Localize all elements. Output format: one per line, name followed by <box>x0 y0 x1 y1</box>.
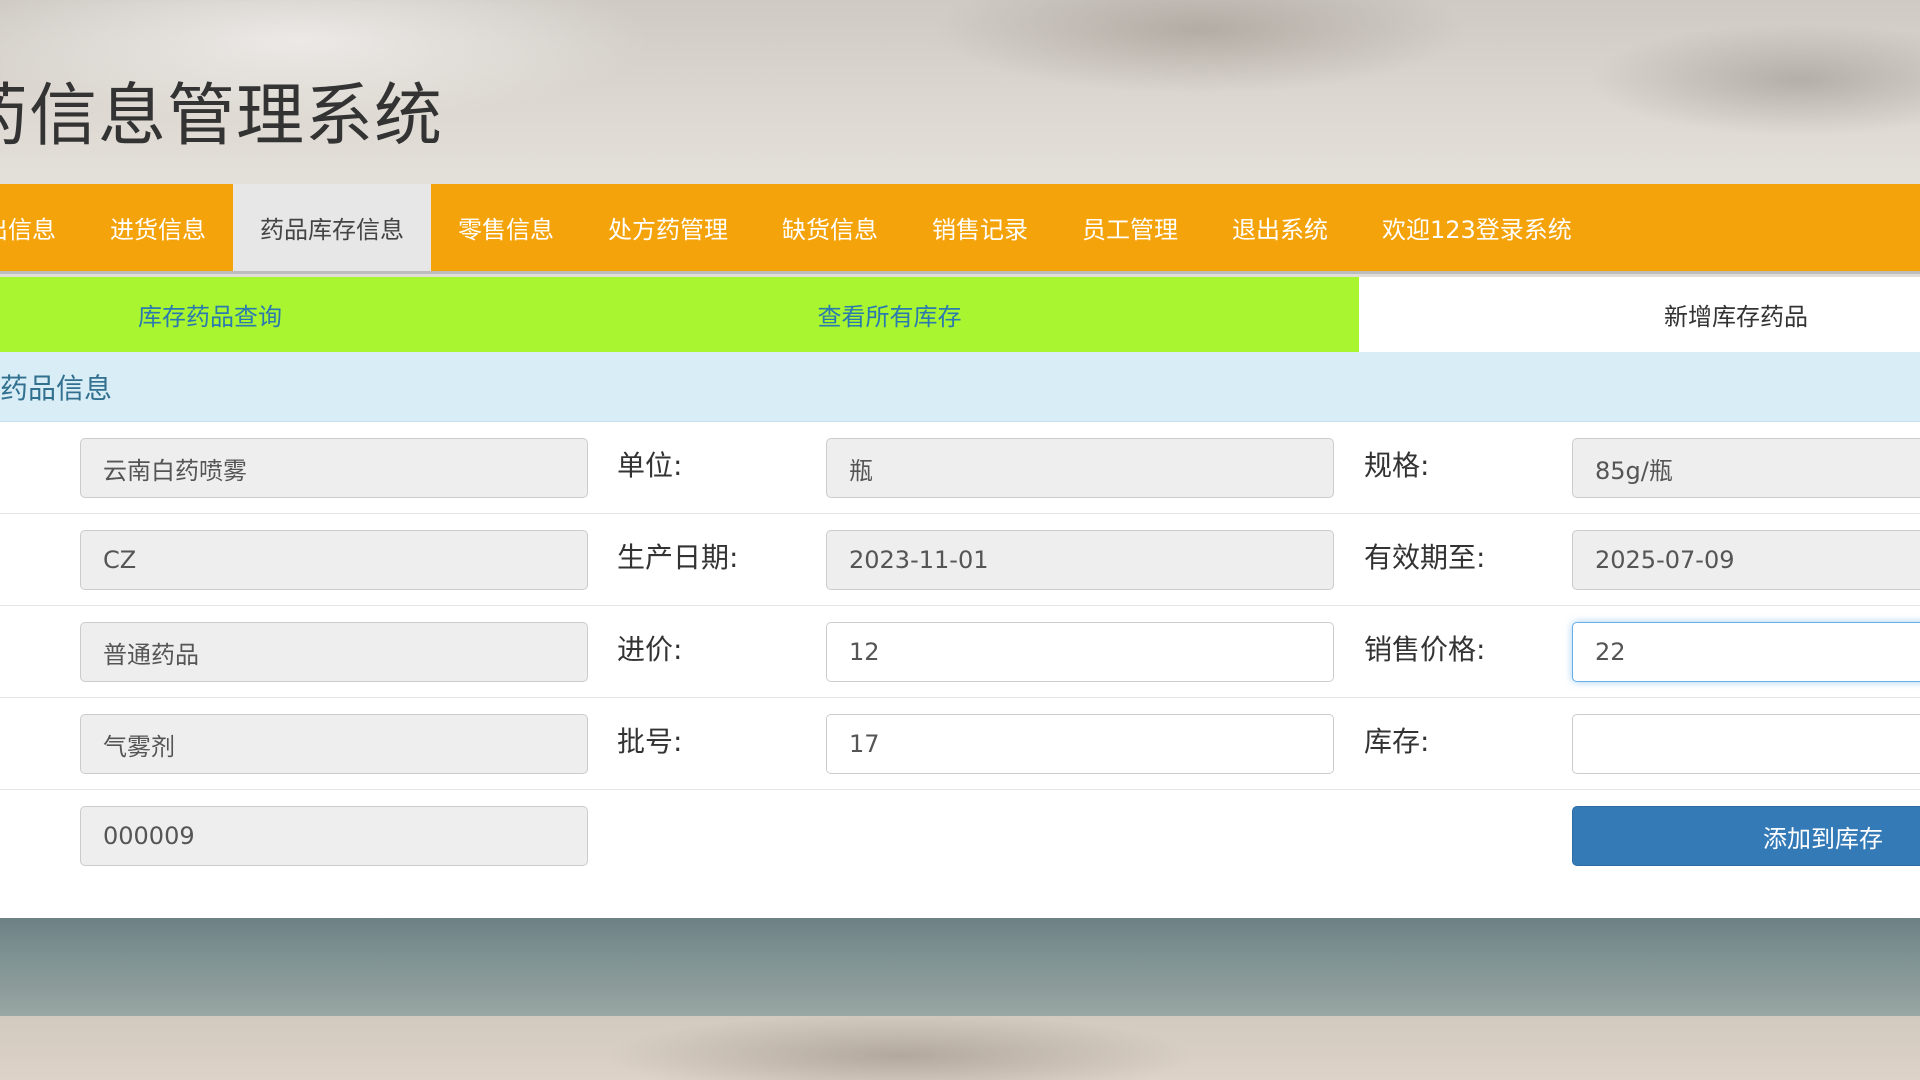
background-sea-band <box>0 918 1920 1016</box>
nav-item-logout[interactable]: 退出系统 <box>1205 184 1355 271</box>
purchase-price-field[interactable] <box>826 622 1334 682</box>
form-row: 进价: 销售价格: <box>0 606 1920 698</box>
nav-item-sales-records[interactable]: 销售记录 <box>905 184 1055 271</box>
subtab-add-inventory[interactable]: 新增库存药品 <box>1359 277 1920 352</box>
sale-price-field[interactable] <box>1572 622 1920 682</box>
nav-item-prescription[interactable]: 处方药管理 <box>581 184 755 271</box>
batch-number-field[interactable] <box>826 714 1334 774</box>
main-navbar: 出信息 进货信息 药品库存信息 零售信息 处方药管理 缺货信息 销售记录 员工管… <box>0 184 1920 274</box>
spec-label: 规格: <box>1364 449 1430 482</box>
unit-field[interactable] <box>826 438 1334 498</box>
nav-item-inventory[interactable]: 药品库存信息 <box>233 184 431 271</box>
form-row: 单位: 规格: <box>0 422 1920 514</box>
batch-number-label: 批号: <box>617 725 683 758</box>
dosage-form-field[interactable] <box>80 714 588 774</box>
subtab-view-all-inventory[interactable]: 查看所有库存 <box>420 277 1359 352</box>
stock-quantity-field[interactable] <box>1572 714 1920 774</box>
sale-price-label: 销售价格: <box>1364 633 1486 666</box>
drug-name-field[interactable] <box>80 438 588 498</box>
inventory-subtabs: 库存药品查询 查看所有库存 新增库存药品 <box>0 277 1920 352</box>
stock-label: 库存: <box>1364 725 1430 758</box>
purchase-price-label: 进价: <box>617 633 683 666</box>
expiry-date-label: 有效期至: <box>1364 541 1486 574</box>
panel-heading-title: 药品信息 <box>0 371 113 405</box>
manufacturer-field[interactable] <box>80 530 588 590</box>
production-date-field[interactable] <box>826 530 1334 590</box>
spec-field[interactable] <box>1572 438 1920 498</box>
drug-type-field[interactable] <box>80 622 588 682</box>
unit-label: 单位: <box>617 449 683 482</box>
background-sky-bottom <box>0 1016 1920 1080</box>
nav-item-staff[interactable]: 员工管理 <box>1055 184 1205 271</box>
drug-code-field[interactable] <box>80 806 588 866</box>
nav-item-welcome[interactable]: 欢迎123登录系统 <box>1355 184 1599 271</box>
nav-item-sales-out[interactable]: 出信息 <box>0 184 83 271</box>
nav-item-purchase[interactable]: 进货信息 <box>83 184 233 271</box>
drug-info-form: 单位: 规格: 生产日期: 有效期至: 进价: 销售价格: 批号: 库存: 添加… <box>0 422 1920 918</box>
form-row: 生产日期: 有效期至: <box>0 514 1920 606</box>
panel-heading: 药品信息 <box>0 352 1920 422</box>
subtab-inventory-query[interactable]: 库存药品查询 <box>0 277 420 352</box>
form-row: 添加到库存 <box>0 790 1920 882</box>
nav-item-shortage[interactable]: 缺货信息 <box>755 184 905 271</box>
add-to-inventory-button[interactable]: 添加到库存 <box>1572 806 1920 866</box>
nav-item-retail[interactable]: 零售信息 <box>431 184 581 271</box>
expiry-date-field[interactable] <box>1572 530 1920 590</box>
app-title: 药信息管理系统 <box>0 77 444 156</box>
production-date-label: 生产日期: <box>617 541 739 574</box>
form-row: 批号: 库存: <box>0 698 1920 790</box>
